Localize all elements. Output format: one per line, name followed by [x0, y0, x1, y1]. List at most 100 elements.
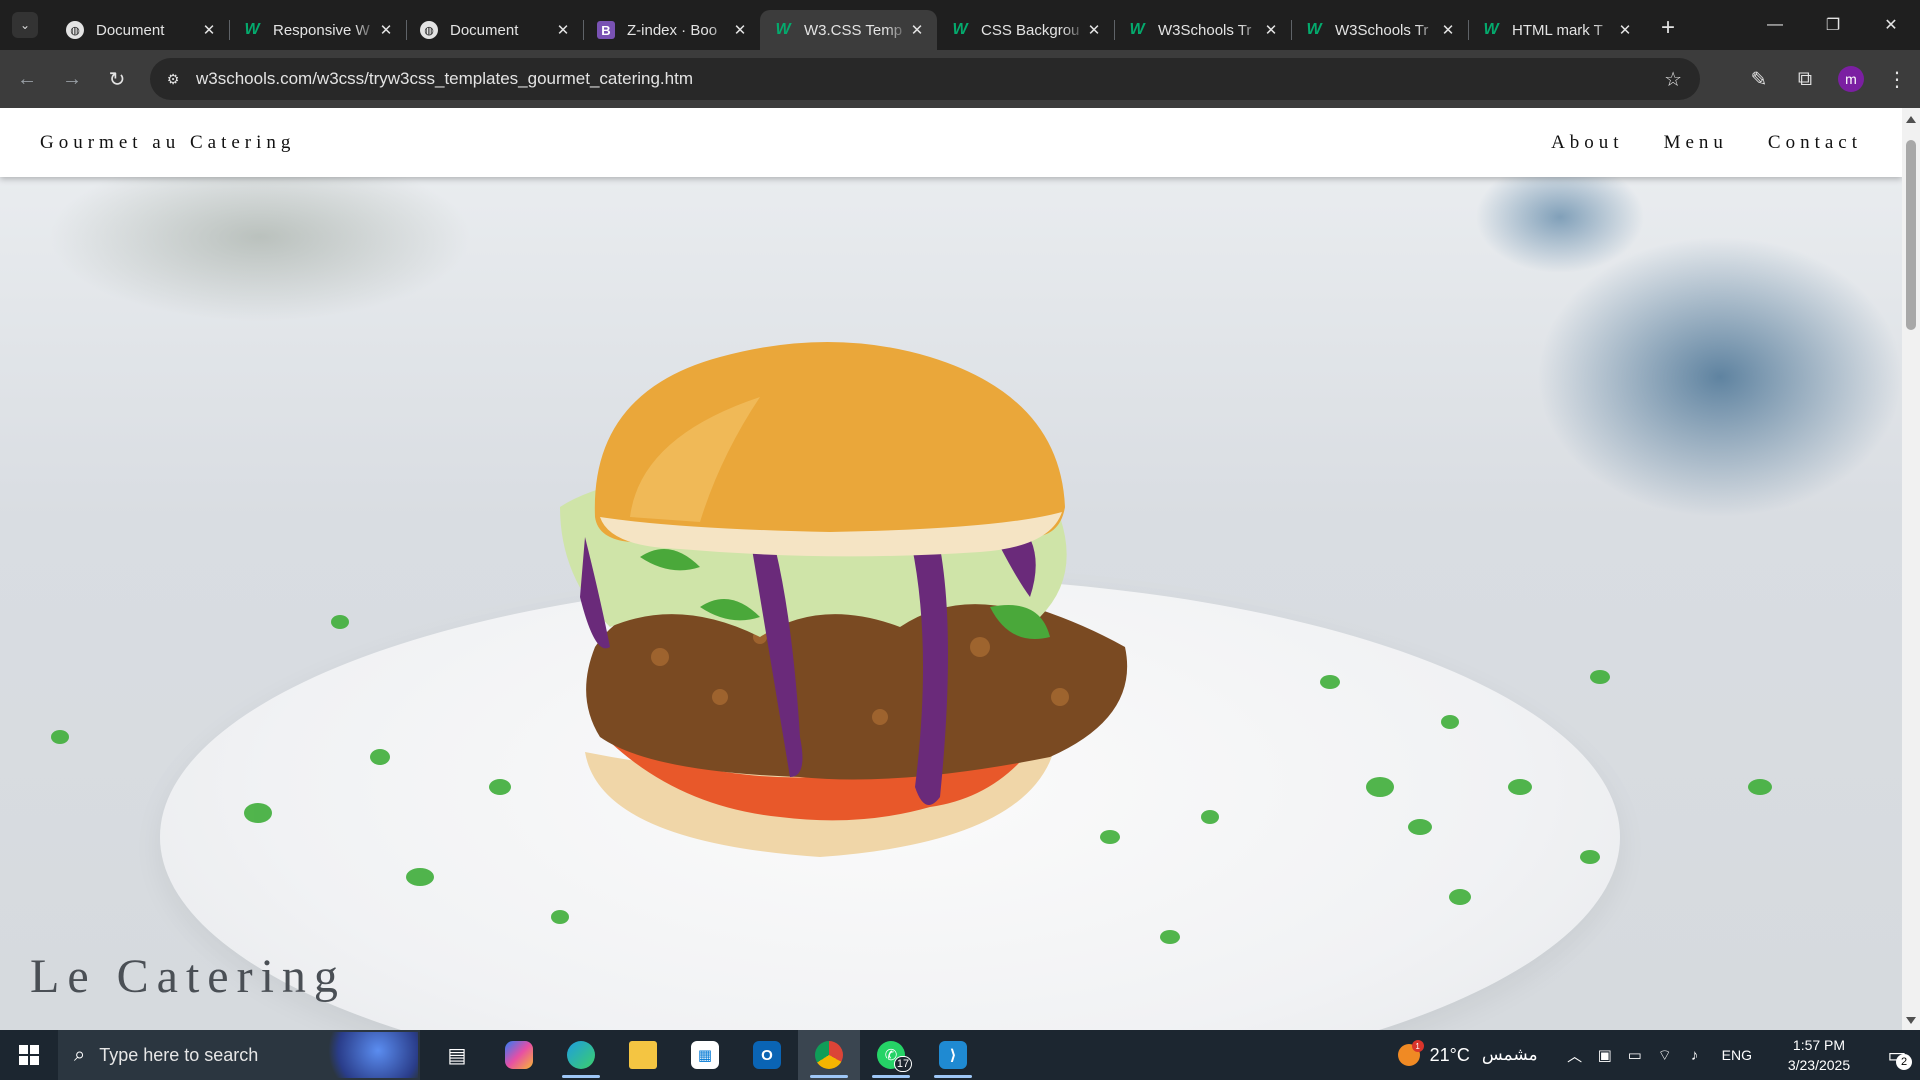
- tab-title: Z-index · Boo: [627, 21, 718, 39]
- browser-tab[interactable]: ◍ Document ✕: [406, 10, 583, 50]
- outlook-icon[interactable]: O: [736, 1030, 798, 1080]
- tab-title: CSS Backgrou: [981, 21, 1080, 39]
- wifi-icon[interactable]: ⌔: [1650, 1046, 1680, 1065]
- clock[interactable]: 1:57 PM 3/23/2025: [1764, 1035, 1874, 1075]
- nav-link-contact[interactable]: Contact: [1768, 132, 1862, 154]
- w3schools-icon: W: [1483, 21, 1499, 38]
- extensions-icon[interactable]: ⧉: [1782, 68, 1828, 91]
- copilot-icon[interactable]: [488, 1030, 550, 1080]
- tab-list: ◍ Document ✕ W Responsive W ✕ ◍ Document…: [52, 0, 1645, 50]
- windows-logo-icon: [19, 1045, 39, 1065]
- scroll-up-arrow-icon[interactable]: [1906, 116, 1916, 123]
- url-text[interactable]: w3schools.com/w3css/tryw3css_templates_g…: [196, 69, 693, 89]
- eyedropper-icon[interactable]: ✎: [1736, 67, 1782, 92]
- profile-avatar[interactable]: m: [1838, 66, 1864, 92]
- battery-icon[interactable]: ▭: [1620, 1046, 1650, 1064]
- site-navbar: Gourmet au Catering About Menu Contact: [0, 108, 1902, 177]
- taskbar-search-box[interactable]: ⌕ Type here to search: [58, 1030, 420, 1080]
- hero-image: Le Catering: [0, 177, 1902, 1030]
- bootstrap-icon: B: [597, 21, 615, 39]
- globe-icon: ◍: [420, 21, 438, 39]
- nav-link-menu[interactable]: Menu: [1664, 132, 1728, 154]
- globe-icon: ◍: [66, 21, 84, 39]
- site-info-icon[interactable]: ⚙: [158, 64, 188, 94]
- clock-time: 1:57 PM: [1792, 1037, 1846, 1053]
- meet-icon[interactable]: ▣: [1590, 1046, 1620, 1064]
- start-button[interactable]: [0, 1030, 58, 1080]
- browser-tab[interactable]: ◍ Document ✕: [52, 10, 229, 50]
- w3schools-icon: W: [1306, 21, 1322, 38]
- tab-title: Document: [450, 21, 519, 39]
- search-icon: ⌕: [74, 1043, 86, 1066]
- w3schools-icon: W: [952, 21, 968, 38]
- edge-icon[interactable]: [550, 1030, 612, 1080]
- weather-badge: 1: [1411, 1040, 1424, 1052]
- close-icon[interactable]: ✕: [1263, 21, 1279, 39]
- nav-links: About Menu Contact: [1551, 132, 1862, 154]
- search-highlight-image: [318, 1032, 418, 1078]
- vscode-icon[interactable]: ⟩: [922, 1030, 984, 1080]
- page-viewport: Gourmet au Catering About Menu Contact L…: [0, 108, 1920, 1030]
- tab-title: W3Schools Tr: [1335, 21, 1429, 39]
- microsoft-store-icon[interactable]: ▦: [674, 1030, 736, 1080]
- browser-tab-strip: ⌄ ◍ Document ✕ W Responsive W ✕ ◍ Docume…: [0, 0, 1920, 50]
- search-placeholder: Type here to search: [99, 1044, 259, 1065]
- close-icon[interactable]: ✕: [1086, 21, 1102, 39]
- temperature: 21°C: [1429, 1044, 1470, 1065]
- browser-tab[interactable]: W HTML mark T ✕: [1468, 10, 1645, 50]
- restore-icon[interactable]: ❐: [1804, 0, 1862, 50]
- close-icon[interactable]: ✕: [1440, 21, 1456, 39]
- page-scrollbar[interactable]: [1902, 108, 1920, 1030]
- volume-icon[interactable]: ♪: [1680, 1047, 1710, 1064]
- scroll-down-arrow-icon[interactable]: [1906, 1017, 1916, 1024]
- whatsapp-icon[interactable]: ✆ 17: [860, 1030, 922, 1080]
- new-tab-button[interactable]: +: [1653, 13, 1683, 43]
- tab-title: Document: [96, 21, 165, 39]
- tab-title: Responsive W: [273, 21, 370, 39]
- clock-date: 3/23/2025: [1787, 1057, 1851, 1073]
- windows-taskbar: ⌕ Type here to search ▤ ▦ O ✆ 17 ⟩ 1 21°…: [0, 1030, 1920, 1080]
- hero-title: Le Catering: [30, 950, 346, 1003]
- sun-icon: 1: [1397, 1040, 1424, 1066]
- address-bar[interactable]: ⚙ w3schools.com/w3css/tryw3css_templates…: [150, 58, 1700, 100]
- site-brand-link[interactable]: Gourmet au Catering: [40, 132, 295, 154]
- tab-title: HTML mark T: [1512, 21, 1603, 39]
- browser-tab[interactable]: W W3Schools Tr ✕: [1291, 10, 1468, 50]
- browser-tab[interactable]: W Responsive W ✕: [229, 10, 406, 50]
- task-view-icon[interactable]: ▤: [426, 1030, 488, 1080]
- close-icon[interactable]: ✕: [1617, 21, 1633, 39]
- whatsapp-badge: 17: [894, 1056, 912, 1072]
- browser-toolbar: ← → ↻ ⚙ w3schools.com/w3css/tryw3css_tem…: [0, 50, 1920, 108]
- notification-center-icon[interactable]: ▭ 2: [1874, 1030, 1920, 1080]
- minimize-icon[interactable]: —: [1746, 0, 1804, 50]
- browser-tab[interactable]: W CSS Backgrou ✕: [937, 10, 1114, 50]
- forward-icon[interactable]: →: [54, 61, 90, 97]
- close-window-icon[interactable]: ✕: [1862, 0, 1920, 50]
- burger-illustration: [51, 342, 1772, 944]
- toolbar-actions: ✎ ⧉ m ⋮: [1736, 50, 1920, 108]
- menu-kebab-icon[interactable]: ⋮: [1874, 67, 1920, 92]
- browser-tab-active[interactable]: W W3.CSS Temp ✕: [760, 10, 937, 50]
- w3schools-icon: W: [1129, 21, 1145, 38]
- nav-link-about[interactable]: About: [1551, 132, 1624, 154]
- w3schools-icon: W: [244, 21, 260, 38]
- browser-tab[interactable]: B Z-index · Boo ✕: [583, 10, 760, 50]
- close-icon[interactable]: ✕: [201, 21, 217, 39]
- file-explorer-icon[interactable]: [612, 1030, 674, 1080]
- chrome-icon[interactable]: [798, 1030, 860, 1080]
- bookmark-star-icon[interactable]: ☆: [1664, 67, 1682, 92]
- scrollbar-thumb[interactable]: [1906, 140, 1916, 330]
- browser-tab[interactable]: W W3Schools Tr ✕: [1114, 10, 1291, 50]
- close-icon[interactable]: ✕: [732, 21, 748, 39]
- language-indicator[interactable]: ENG: [1722, 1047, 1752, 1063]
- chevron-up-icon[interactable]: ︿: [1560, 1045, 1590, 1066]
- back-icon[interactable]: ←: [9, 61, 45, 97]
- weather-widget[interactable]: 1 21°C مشمس: [1397, 1040, 1538, 1066]
- tab-title: W3.CSS Temp: [804, 21, 903, 39]
- tab-search-button[interactable]: ⌄: [12, 12, 38, 38]
- close-icon[interactable]: ✕: [555, 21, 571, 39]
- close-icon[interactable]: ✕: [909, 21, 925, 39]
- close-icon[interactable]: ✕: [378, 21, 394, 39]
- reload-icon[interactable]: ↻: [99, 61, 135, 97]
- notification-count: 2: [1896, 1054, 1912, 1070]
